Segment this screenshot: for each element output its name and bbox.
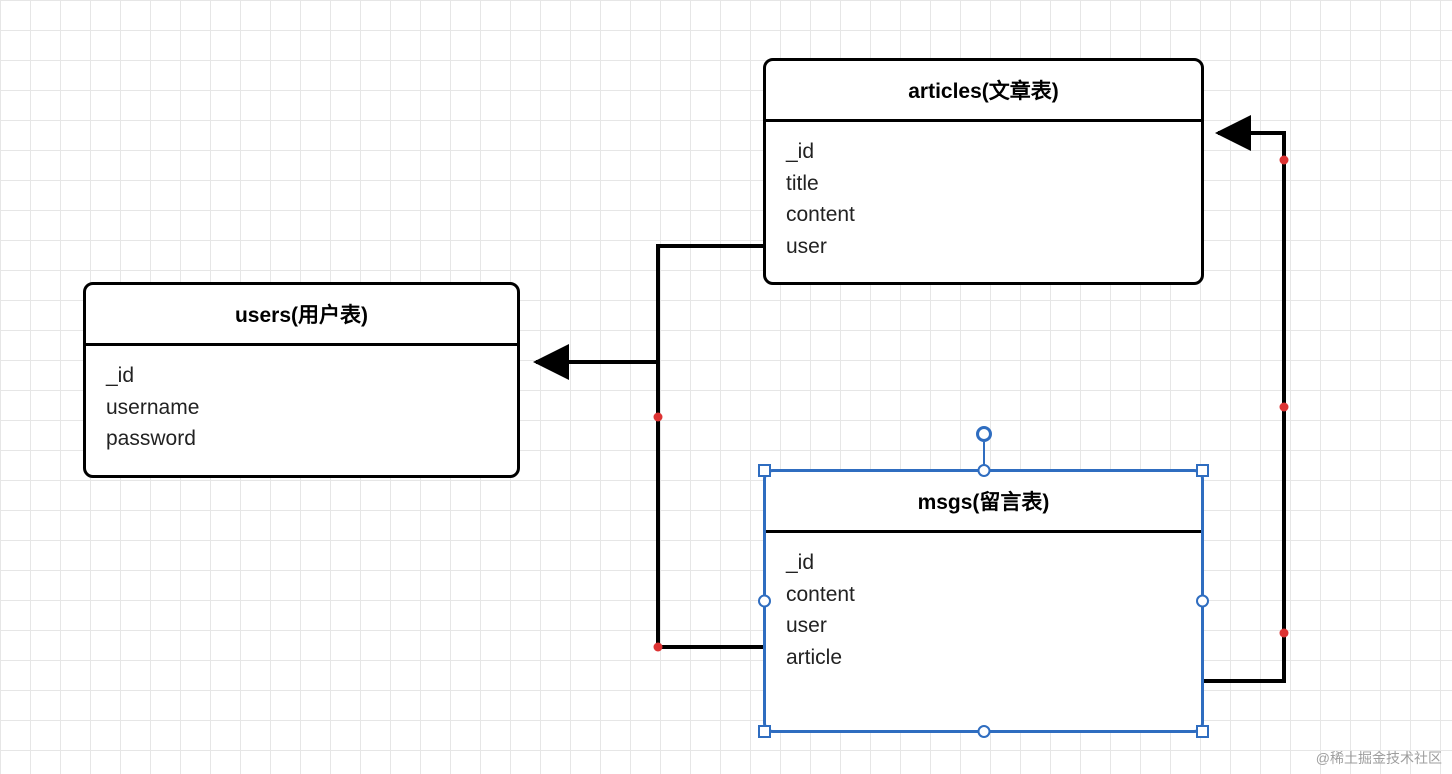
field: _id xyxy=(786,136,1181,168)
field: title xyxy=(786,168,1181,200)
field: user xyxy=(786,231,1181,263)
entity-articles-title: articles(文章表) xyxy=(766,61,1201,122)
field: user xyxy=(786,610,1181,642)
field: article xyxy=(786,642,1181,674)
diagram-canvas[interactable]: users(用户表) _id username password article… xyxy=(0,0,1452,774)
entity-articles-fields: _id title content user xyxy=(766,122,1201,282)
connector-msgs-to-users xyxy=(654,362,764,652)
field: content xyxy=(786,199,1181,231)
connector-msgs-to-articles xyxy=(1204,133,1289,681)
resize-handle-ne[interactable] xyxy=(1196,464,1209,477)
entity-msgs-fields: _id content user article xyxy=(766,533,1201,693)
resize-handle-nw[interactable] xyxy=(758,464,771,477)
resize-handle-se[interactable] xyxy=(1196,725,1209,738)
entity-articles[interactable]: articles(文章表) _id title content user xyxy=(763,58,1204,285)
field: _id xyxy=(106,360,497,392)
resize-handle-e[interactable] xyxy=(1196,595,1209,608)
entity-users-title: users(用户表) xyxy=(86,285,517,346)
entity-msgs[interactable]: msgs(留言表) _id content user article xyxy=(763,469,1204,733)
field: password xyxy=(106,423,497,455)
entity-msgs-title: msgs(留言表) xyxy=(766,472,1201,533)
resize-handle-w[interactable] xyxy=(758,595,771,608)
entity-users[interactable]: users(用户表) _id username password xyxy=(83,282,520,478)
field: content xyxy=(786,579,1181,611)
watermark: @稀土掘金技术社区 xyxy=(1316,748,1442,768)
rotate-handle[interactable] xyxy=(976,426,992,442)
resize-handle-s[interactable] xyxy=(977,725,990,738)
field: _id xyxy=(786,547,1181,579)
connector-articles-to-users xyxy=(536,246,763,362)
resize-handle-sw[interactable] xyxy=(758,725,771,738)
field: username xyxy=(106,392,497,424)
rotate-handle-stem xyxy=(983,442,985,466)
entity-users-fields: _id username password xyxy=(86,346,517,475)
